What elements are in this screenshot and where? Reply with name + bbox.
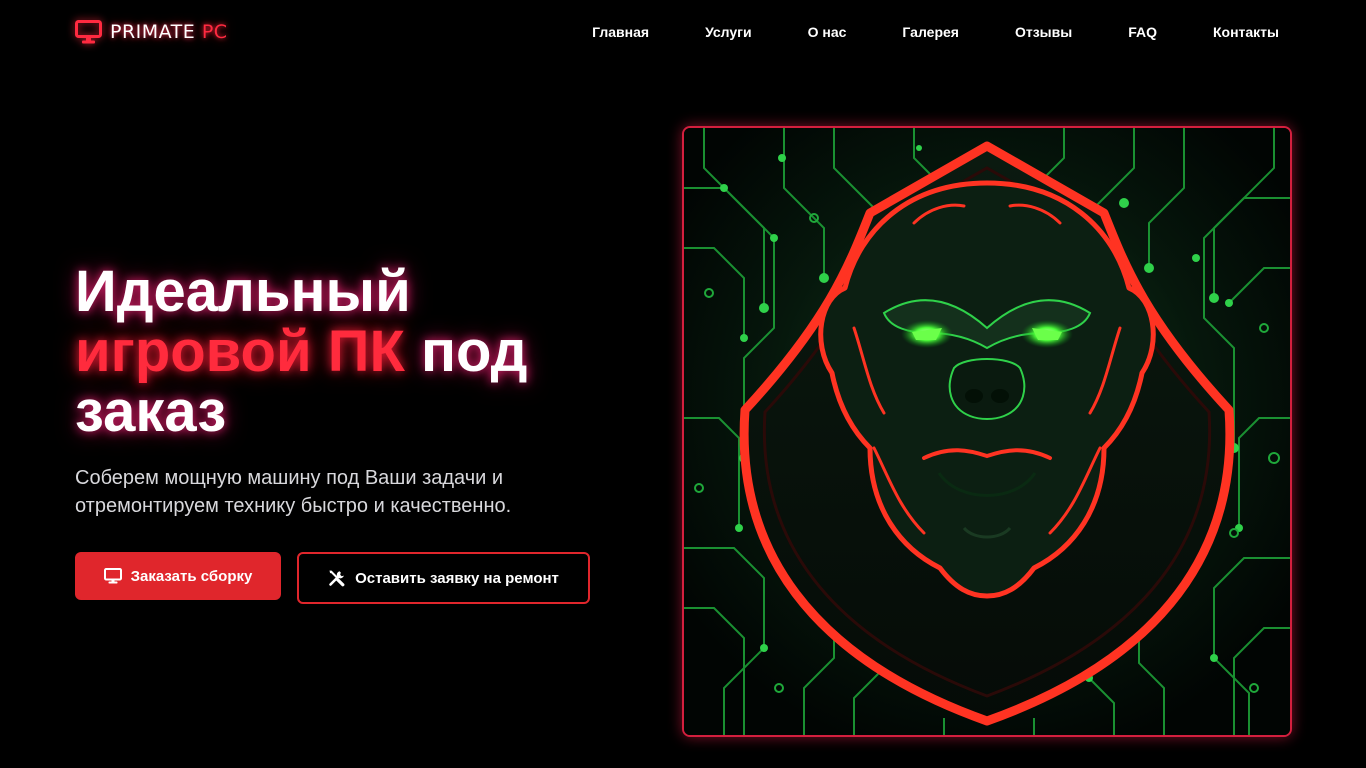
nav-item-gallery[interactable]: Галерея [902, 22, 959, 42]
logo-text-primary: PRIMATE [110, 21, 196, 43]
hero-title-accent: игровой ПК [75, 319, 405, 384]
monitor-icon [103, 567, 122, 585]
gorilla-mascot-illustration [684, 128, 1290, 735]
order-build-button[interactable]: Заказать сборку [75, 552, 281, 600]
hero-title-line1: Идеальный [75, 259, 411, 324]
nav-item-contacts[interactable]: Контакты [1213, 22, 1279, 42]
tools-icon [328, 569, 346, 587]
logo-text: PRIMATE PC [110, 21, 228, 43]
logo[interactable]: PRIMATE PC [75, 19, 228, 45]
hero-title-after-accent: под [420, 319, 528, 384]
page: PRIMATE PC Главная Услуги О нас Галерея … [0, 0, 1366, 768]
nav-item-home[interactable]: Главная [592, 22, 649, 42]
nav-item-about[interactable]: О нас [808, 22, 847, 42]
hero-image [682, 126, 1292, 737]
site-header: PRIMATE PC Главная Услуги О нас Галерея … [0, 0, 1366, 64]
hero-title: Идеальный игровой ПК под заказ [75, 262, 635, 442]
hero-subtitle: Соберем мощную машину под Ваши задачи и … [75, 467, 512, 517]
monitor-icon [75, 20, 102, 44]
nav-item-reviews[interactable]: Отзывы [1015, 22, 1072, 42]
main-nav: Главная Услуги О нас Галерея Отзывы FAQ … [592, 22, 1279, 42]
nav-item-faq[interactable]: FAQ [1128, 22, 1157, 42]
logo-text-accent: PC [201, 21, 228, 43]
hero-title-line3: заказ [75, 379, 227, 444]
repair-request-button-label: Оставить заявку на ремонт [355, 569, 559, 587]
nav-item-services[interactable]: Услуги [705, 22, 752, 42]
repair-request-button[interactable]: Оставить заявку на ремонт [297, 552, 590, 604]
order-build-button-label: Заказать сборку [130, 567, 253, 585]
